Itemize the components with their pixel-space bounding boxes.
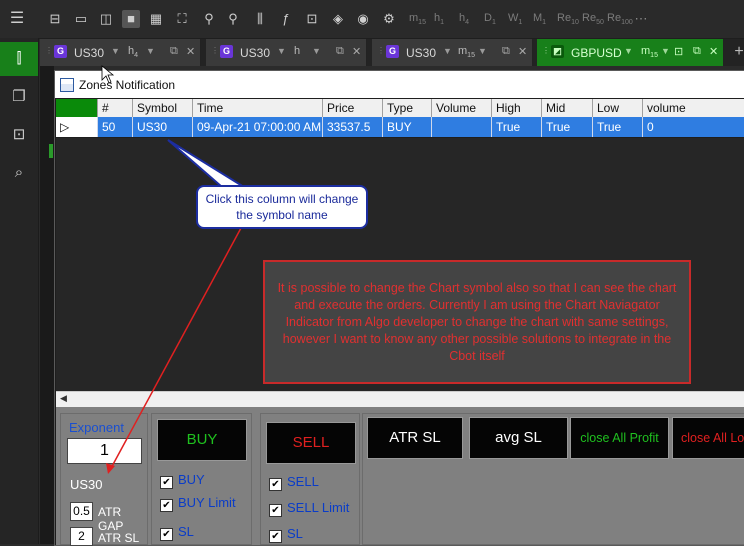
callout-bubble: Click this column will change the symbol… (196, 185, 368, 229)
annotation-arrow (109, 227, 242, 471)
annotation-note: It is possible to change the Chart symbo… (263, 260, 691, 384)
mouse-cursor-icon (101, 65, 115, 84)
callout-tail (167, 139, 248, 188)
